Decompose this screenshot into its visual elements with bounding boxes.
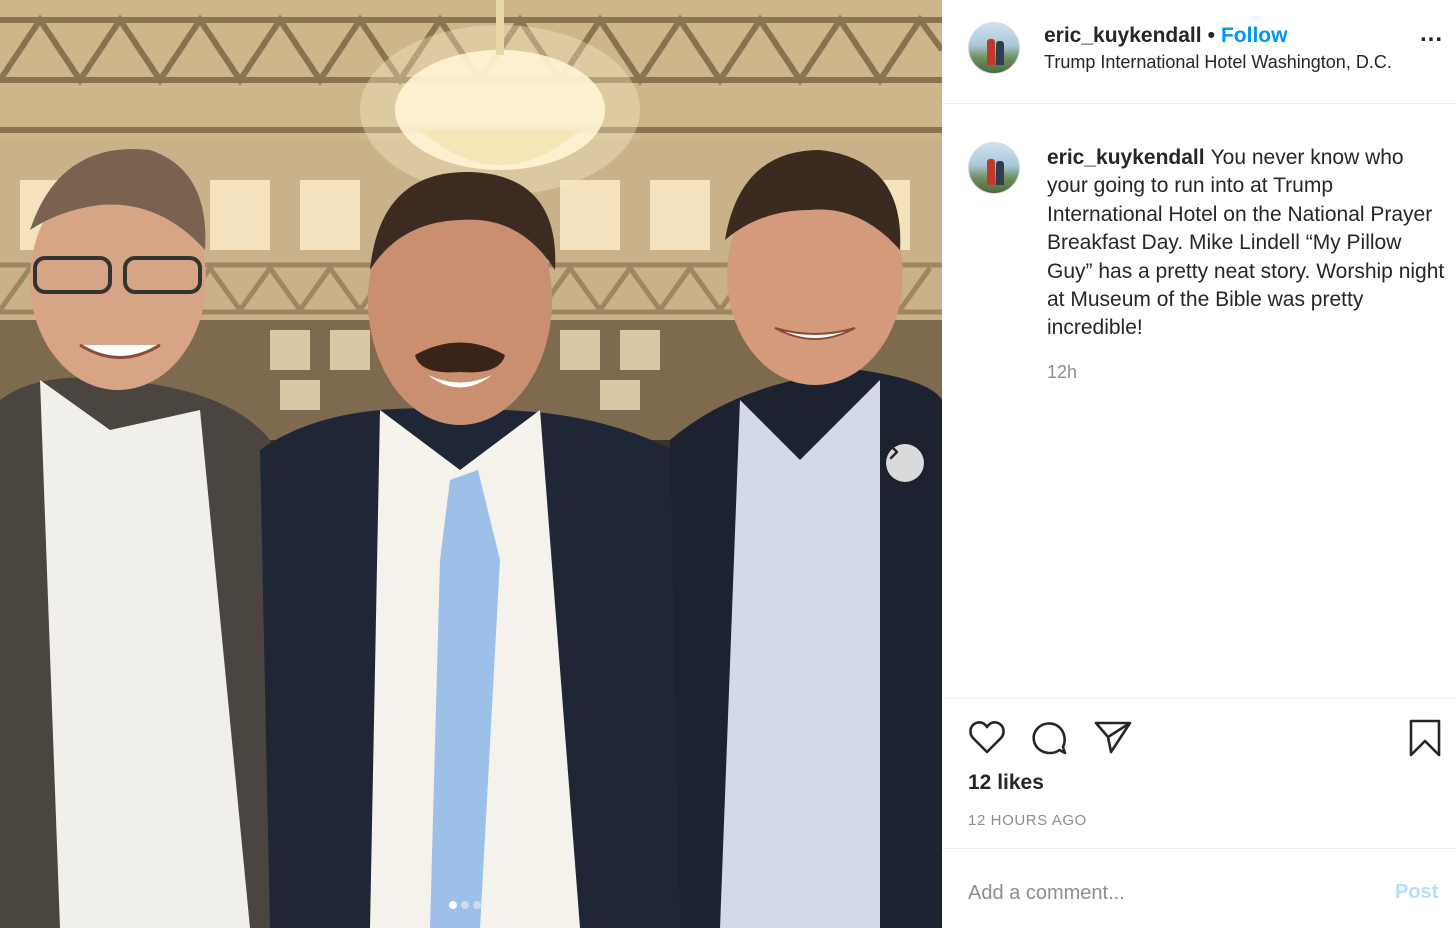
post-photo[interactable] — [0, 0, 942, 928]
carousel-dot — [449, 901, 457, 909]
post-panel: eric_kuykendall • Follow Trump Internation… — [942, 0, 1456, 928]
header-user-line: eric_kuykendall • Follow — [1044, 24, 1287, 48]
post-comment-button[interactable]: Post — [1395, 881, 1438, 904]
heart-icon[interactable] — [968, 719, 1006, 755]
caption-timestamp: 12h — [1047, 362, 1078, 382]
action-bar: 12 likes 12 HOURS AGO — [942, 698, 1456, 848]
photo-illustration — [0, 0, 942, 928]
caption-text: You never know who your going to run int… — [1047, 146, 1445, 340]
location-link[interactable]: Trump International Hotel Washington, D.… — [1044, 52, 1392, 73]
bookmark-icon[interactable] — [1408, 719, 1442, 757]
caption: eric_kuykendall You never know who your g… — [1047, 144, 1447, 343]
username-link[interactable]: eric_kuykendall — [1044, 24, 1202, 47]
carousel-dot — [461, 901, 469, 909]
next-photo-button[interactable] — [886, 444, 924, 482]
follow-button[interactable]: Follow — [1221, 24, 1288, 47]
caption-avatar[interactable] — [968, 142, 1020, 194]
post-timestamp: 12 HOURS AGO — [968, 812, 1087, 829]
avatar[interactable] — [968, 22, 1020, 74]
comment-bubble-icon[interactable] — [1030, 719, 1068, 757]
paper-plane-icon[interactable] — [1094, 719, 1132, 755]
post-header: eric_kuykendall • Follow Trump Internation… — [942, 0, 1456, 104]
carousel-dot — [473, 901, 481, 909]
separator: • — [1207, 24, 1215, 47]
chevron-right-icon — [889, 444, 899, 460]
likes-count[interactable]: 12 likes — [968, 771, 1044, 795]
caption-section: eric_kuykendall You never know who your g… — [942, 104, 1456, 698]
comment-input[interactable] — [968, 879, 1348, 907]
carousel-indicator — [449, 901, 481, 909]
caption-username-link[interactable]: eric_kuykendall — [1047, 146, 1205, 169]
comment-bar: Post — [942, 848, 1456, 928]
more-options-button[interactable]: ... — [1420, 20, 1443, 48]
